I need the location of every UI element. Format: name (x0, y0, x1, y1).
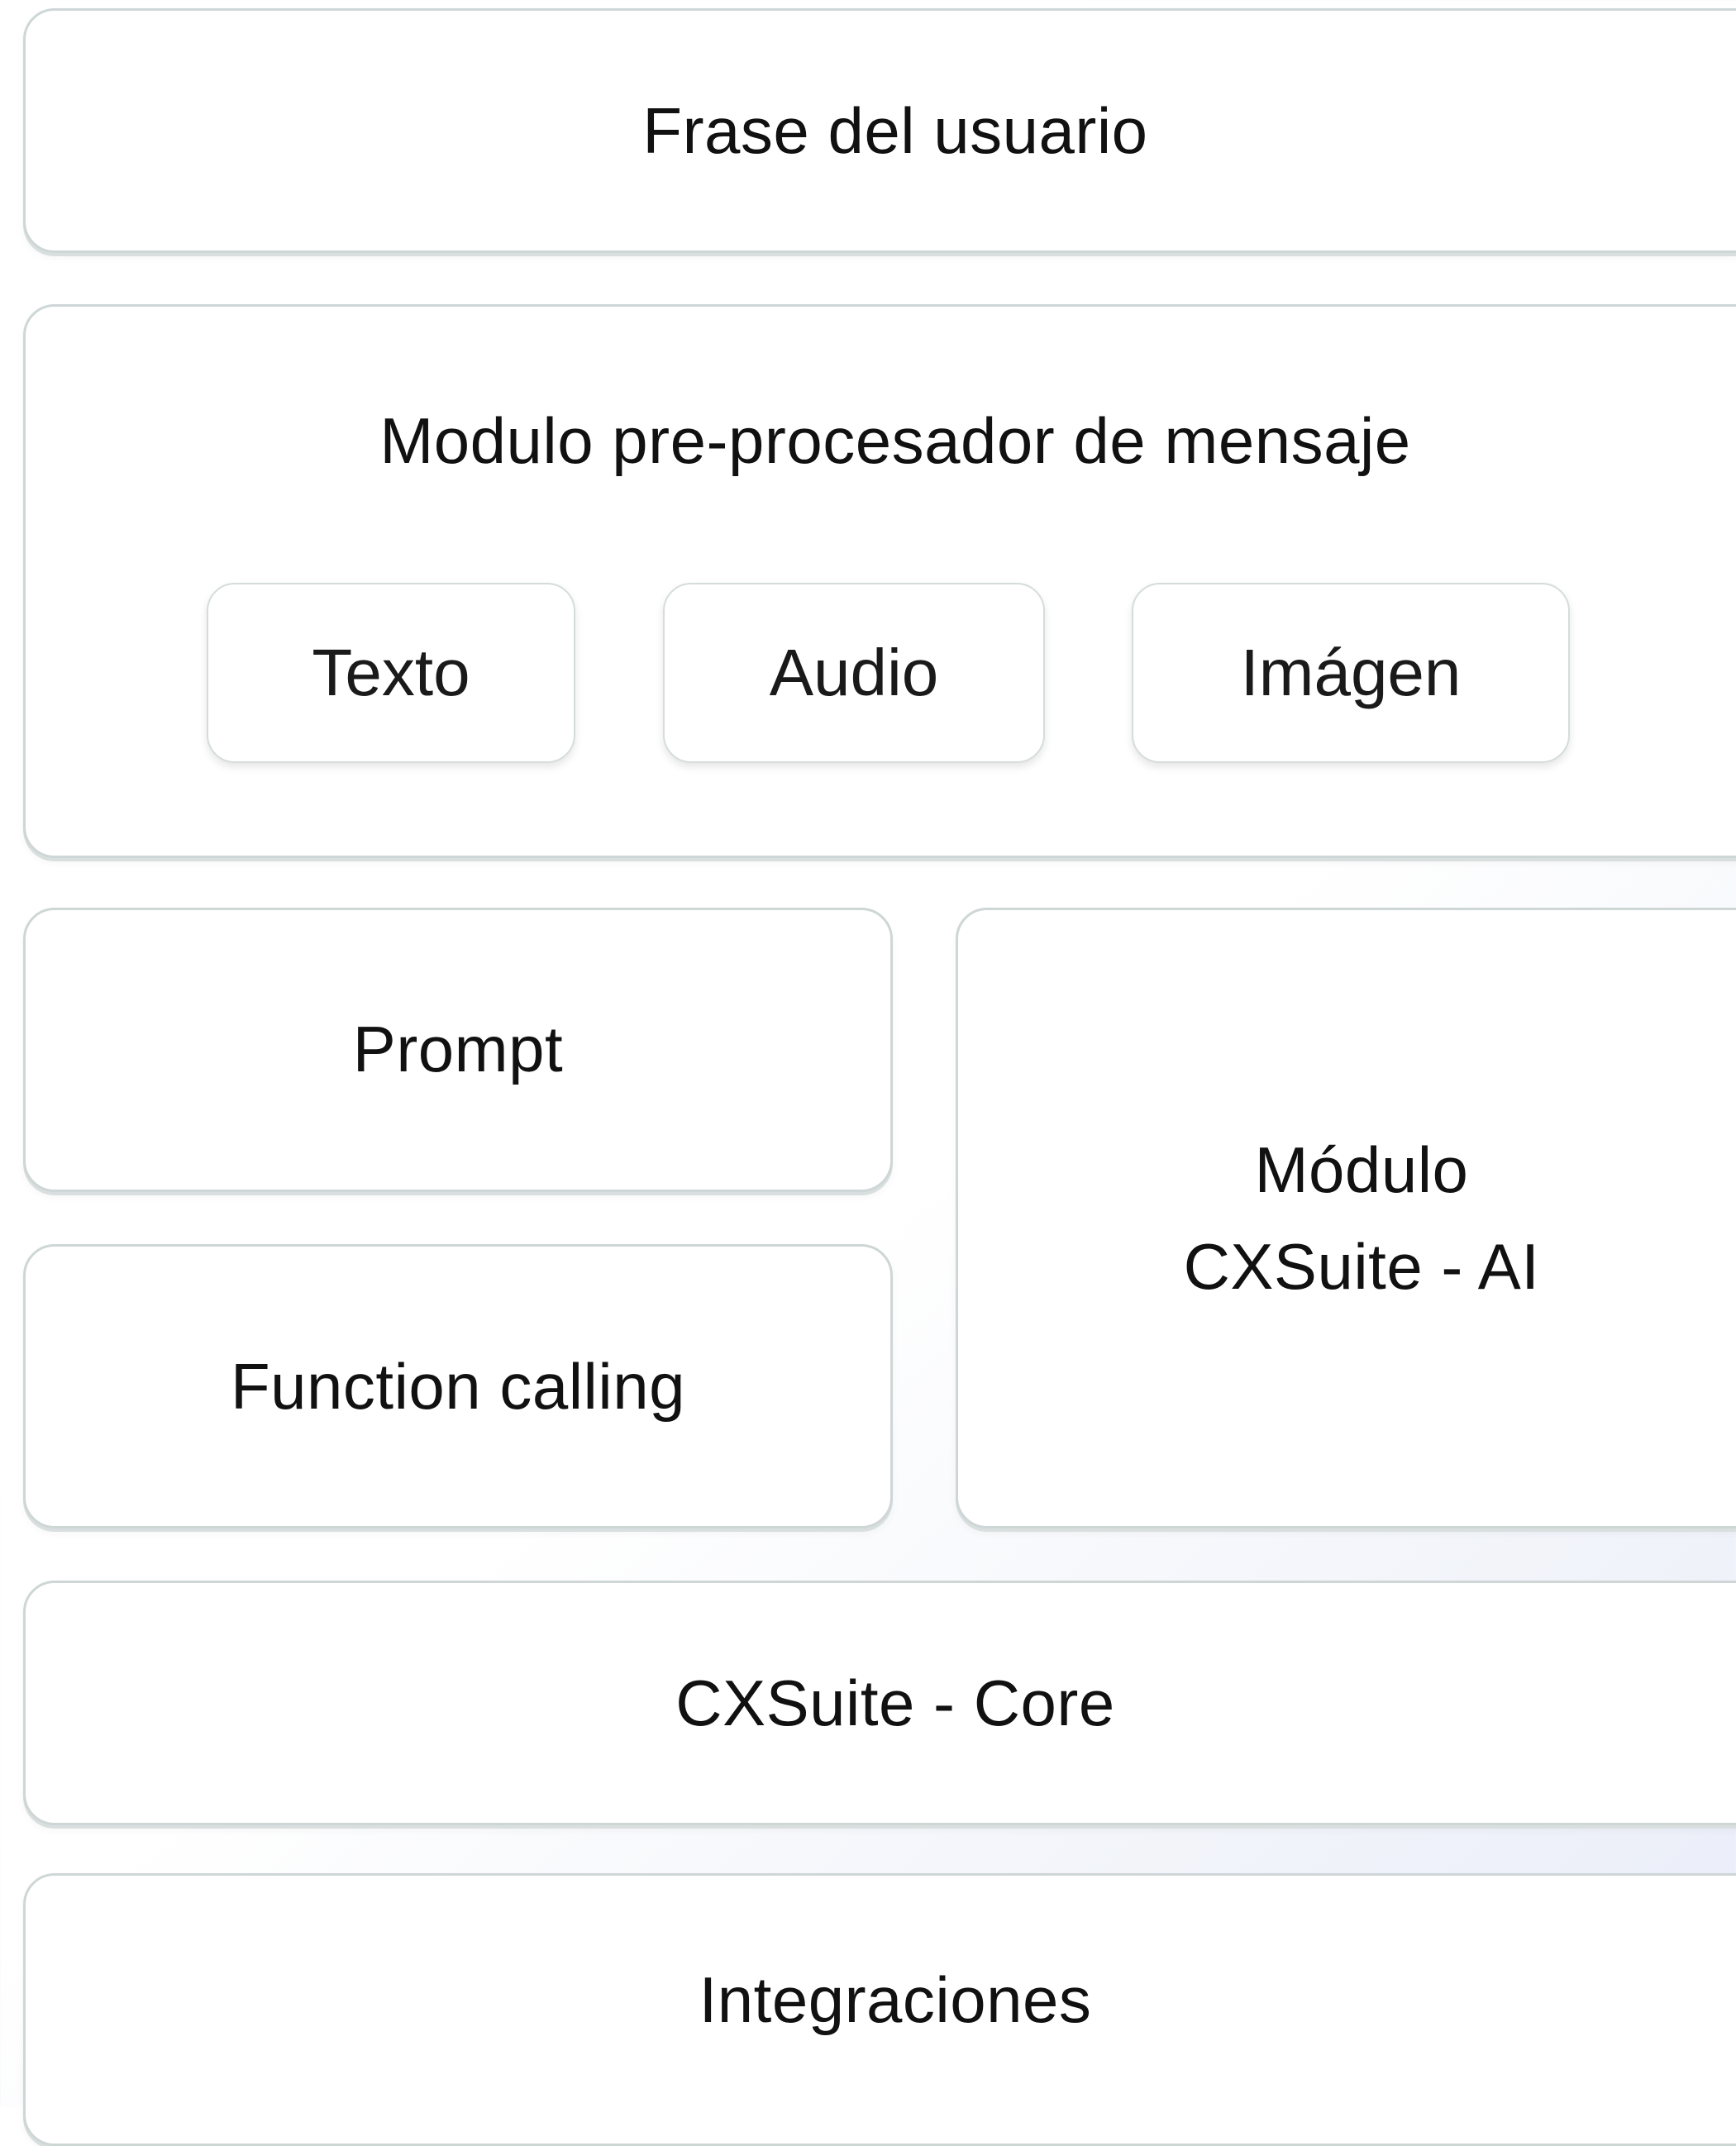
input-type-text-label: Texto (312, 636, 470, 709)
user-phrase-label: Frase del usuario (642, 93, 1148, 167)
ai-module-text: Módulo CXSuite - AI (1184, 1122, 1540, 1315)
preprocessor-module: Modulo pre-procesador de mensaje (23, 304, 1736, 858)
input-type-image: Imágen (1132, 583, 1570, 763)
ai-module-line1: Módulo (1254, 1133, 1469, 1206)
integrations-label: Integraciones (699, 1963, 1092, 2036)
input-type-audio: Audio (663, 583, 1045, 763)
input-type-text: Texto (207, 583, 575, 763)
prompt-label: Prompt (352, 1013, 564, 1085)
integrations-layer: Integraciones (23, 1873, 1736, 2146)
core-label: CXSuite - Core (675, 1666, 1115, 1739)
input-type-image-label: Imágen (1240, 636, 1462, 709)
prompt-block: Prompt (23, 908, 893, 1192)
function-calling-block: Function calling (23, 1244, 893, 1528)
prompt-title-wrap: Prompt (353, 1001, 563, 1098)
input-type-audio-label: Audio (769, 636, 939, 709)
preprocessor-title: Modulo pre-procesador de mensaje (379, 404, 1411, 477)
ai-module-block: Módulo CXSuite - AI (956, 908, 1736, 1528)
function-calling-label: Function calling (231, 1349, 685, 1423)
core-layer: CXSuite - Core (23, 1581, 1736, 1825)
integrations-title-wrap: Integraciones (699, 1952, 1092, 2048)
preprocessor-title-wrap: Modulo pre-procesador de mensaje (379, 393, 1410, 489)
ai-module-line2: CXSuite - AI (1183, 1229, 1540, 1303)
user-phrase-layer: Frase del usuario (23, 8, 1736, 253)
